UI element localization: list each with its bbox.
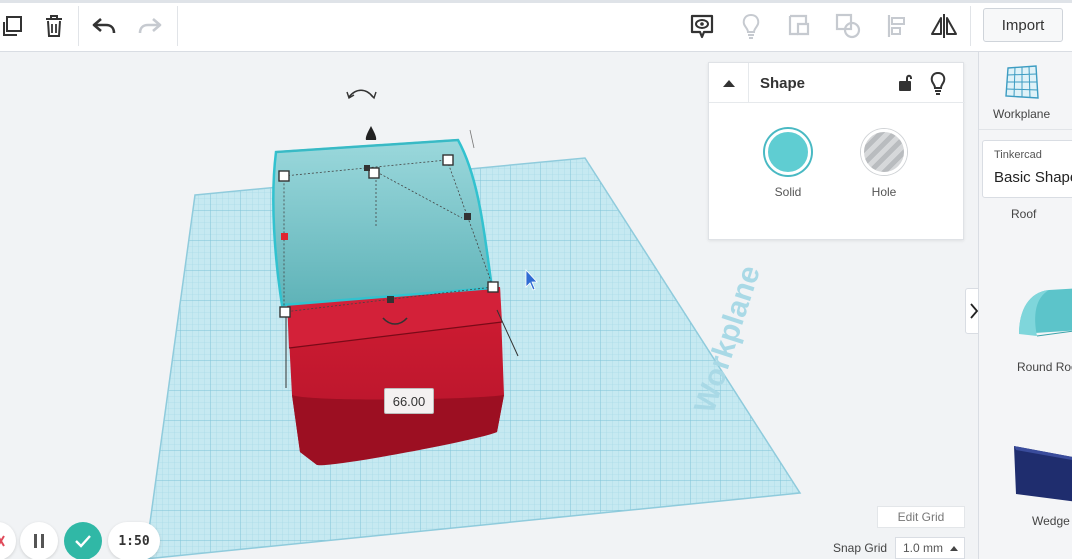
recording-timer: 1:50 <box>108 522 160 559</box>
workplane-icon <box>1005 65 1039 99</box>
library-provider: Tinkercad <box>994 149 1042 161</box>
caret-up-icon <box>722 80 735 87</box>
copy-icon <box>3 16 22 36</box>
ungroup-icon <box>835 13 861 39</box>
notes-button[interactable] <box>682 6 722 46</box>
import-button[interactable]: Import <box>983 8 1063 42</box>
round-roof-shape[interactable] <box>272 138 494 313</box>
hole-swatch[interactable] <box>861 129 907 175</box>
pause-icon <box>34 534 44 548</box>
tinkercad-editor: Import Workplane 66.00 Shape Solid Hole … <box>0 0 1072 559</box>
round-roof-thumbnail[interactable] <box>1015 280 1072 344</box>
redo-button[interactable] <box>130 6 170 46</box>
shape-panel-header: Shape <box>709 63 965 103</box>
solid-label: Solid <box>774 185 802 199</box>
mirror-icon <box>931 14 957 38</box>
group-icon <box>788 14 810 36</box>
toolbar-divider <box>177 6 178 46</box>
group-button[interactable] <box>780 6 820 46</box>
mirror-button[interactable] <box>924 6 964 46</box>
red-box-shape[interactable] <box>287 287 504 466</box>
unlock-icon[interactable] <box>895 72 917 94</box>
wedge-thumbnail[interactable] <box>1012 444 1072 504</box>
solid-swatch[interactable] <box>765 129 811 175</box>
undo-button[interactable] <box>84 6 124 46</box>
bulb-button[interactable] <box>731 6 771 46</box>
toolbar-divider <box>970 6 971 46</box>
workplane-label: Workplane <box>993 107 1051 121</box>
dimension-label[interactable]: 66.00 <box>384 388 434 414</box>
snap-grid-label: Snap Grid <box>833 541 888 555</box>
close-icon <box>0 535 5 547</box>
shape-library-select[interactable]: Tinkercad Basic Shapes <box>982 140 1072 198</box>
caret-up-icon <box>950 546 959 551</box>
check-icon <box>75 535 91 548</box>
top-toolbar: Import <box>0 0 1072 52</box>
bulb-icon <box>742 13 760 39</box>
library-name: Basic Shapes <box>994 169 1072 186</box>
shape-label-roof: Roof <box>1011 207 1037 221</box>
notes-icon <box>690 14 714 39</box>
done-button[interactable] <box>64 522 102 559</box>
bulb-icon[interactable] <box>927 71 949 95</box>
shape-inspector-panel: Shape Solid Hole <box>708 62 965 240</box>
undo-icon <box>92 18 116 34</box>
align-button[interactable] <box>877 6 917 46</box>
toolbar-divider <box>78 6 79 46</box>
hole-label: Hole <box>871 185 897 199</box>
pause-button[interactable] <box>20 522 58 559</box>
align-icon <box>887 15 905 37</box>
redo-icon <box>138 18 162 34</box>
snap-grid-select[interactable]: 1.0 mm <box>895 537 965 559</box>
copy-button[interactable] <box>0 6 34 46</box>
chevron-right-icon <box>970 303 978 319</box>
workplane-button[interactable]: Workplane <box>979 52 1072 130</box>
trash-icon <box>46 15 62 37</box>
collapse-panel-button[interactable] <box>709 63 749 103</box>
snap-grid-value: 1.0 mm <box>903 541 944 555</box>
top-border <box>0 0 1072 3</box>
lift-arrow-icon[interactable] <box>365 126 377 140</box>
shape-label-round-roof: Round Roof <box>1017 360 1072 374</box>
ungroup-button[interactable] <box>828 6 868 46</box>
shapes-sidebar: Workplane Tinkercad Basic Shapes Roof Ro… <box>978 52 1072 559</box>
solid-option[interactable]: Solid <box>758 129 818 199</box>
shape-label-wedge: Wedge <box>1032 514 1070 528</box>
hole-option[interactable]: Hole <box>854 129 914 199</box>
delete-button[interactable] <box>34 6 74 46</box>
shape-panel-title: Shape <box>760 75 806 92</box>
edit-grid-button[interactable]: Edit Grid <box>877 506 965 528</box>
